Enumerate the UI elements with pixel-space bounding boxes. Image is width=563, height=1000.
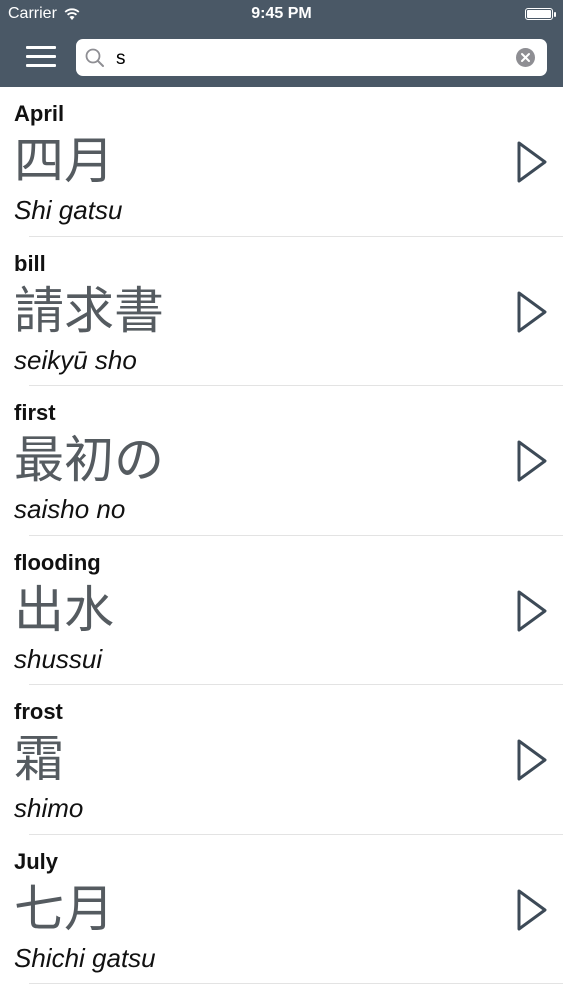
battery-icon xyxy=(525,8,556,20)
list-item[interactable]: flooding 出水 shussui xyxy=(0,536,563,686)
japanese-word: 請求書 xyxy=(14,281,164,340)
english-word: frost xyxy=(14,699,63,724)
navigation-bar: Carrier 9:45 PM xyxy=(0,0,563,87)
romaji-reading: Shi gatsu xyxy=(14,195,123,225)
romaji-reading: shussui xyxy=(14,643,103,674)
romaji-reading: shimo xyxy=(14,793,84,823)
japanese-word: 最初の xyxy=(14,431,164,489)
japanese-word: 霜 xyxy=(14,730,64,788)
play-icon[interactable] xyxy=(514,140,550,184)
clear-icon[interactable] xyxy=(516,48,535,67)
japanese-word: 七月 xyxy=(14,879,114,938)
status-bar: Carrier 9:45 PM xyxy=(0,0,563,30)
play-icon[interactable] xyxy=(514,589,550,633)
list-item[interactable]: April 四月 Shi gatsu xyxy=(0,87,563,237)
play-icon[interactable] xyxy=(514,290,550,334)
english-word: flooding xyxy=(14,549,101,575)
romaji-reading: saisho no xyxy=(14,494,126,524)
japanese-word: 四月 xyxy=(14,132,114,190)
play-icon[interactable] xyxy=(514,439,550,483)
search-bar[interactable] xyxy=(76,39,547,76)
play-icon[interactable] xyxy=(514,888,550,932)
list-item[interactable]: bill 請求書 seikyū sho xyxy=(0,237,563,387)
list-item[interactable]: first 最初の saisho no xyxy=(0,386,563,536)
hamburger-menu-icon xyxy=(26,46,56,49)
english-word: bill xyxy=(14,250,46,276)
play-icon[interactable] xyxy=(514,738,550,782)
results-list: April 四月 Shi gatsu bill 請求書 seikyū sho f… xyxy=(0,87,563,984)
search-input[interactable] xyxy=(114,44,508,73)
japanese-word: 出水 xyxy=(14,580,114,639)
list-item[interactable]: frost 霜 shimo xyxy=(0,685,563,835)
romaji-reading: seikyū sho xyxy=(14,344,137,375)
romaji-reading: Shichi gatsu xyxy=(14,942,156,973)
english-word: first xyxy=(14,400,56,425)
status-time: 9:45 PM xyxy=(251,5,312,22)
english-word: July xyxy=(14,848,59,874)
search-icon xyxy=(85,48,104,67)
list-item[interactable]: July 七月 Shichi gatsu xyxy=(0,835,563,985)
menu-button[interactable] xyxy=(26,44,58,70)
english-word: April xyxy=(14,101,65,126)
